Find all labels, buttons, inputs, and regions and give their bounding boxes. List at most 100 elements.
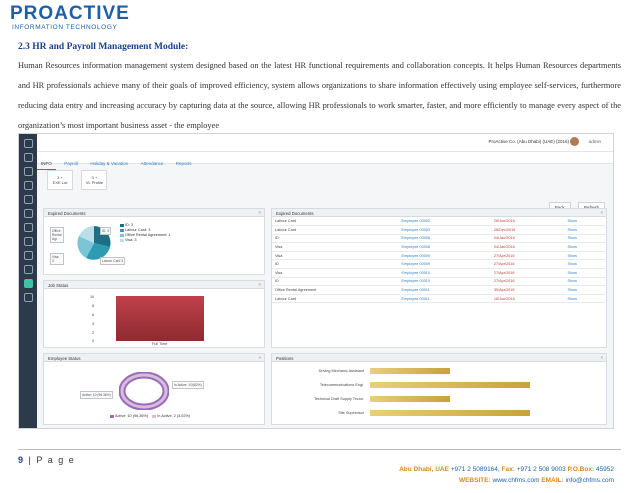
tab-reports[interactable]: Reports bbox=[172, 158, 196, 169]
table-row: Labour Card Employee 00003 28/Dec/2016 Show bbox=[272, 225, 606, 235]
show-button[interactable]: Show bbox=[564, 251, 606, 261]
panel-title: Expired Documents bbox=[48, 211, 86, 216]
date-cell: 30/Apr/2016 bbox=[490, 285, 565, 295]
website-label: WEBSITE: bbox=[458, 477, 491, 484]
employee-cell: Employee 00011 bbox=[398, 285, 491, 295]
close-icon[interactable]: × bbox=[600, 210, 603, 215]
close-icon[interactable]: × bbox=[600, 355, 603, 360]
show-button[interactable]: Show bbox=[564, 277, 606, 287]
callout-visa: Visa: 3 bbox=[50, 253, 64, 265]
callout-labour: Labour Card 3 bbox=[100, 257, 126, 265]
close-icon[interactable]: × bbox=[258, 210, 261, 215]
callout-id: ID: 3 bbox=[100, 227, 111, 235]
panel-title: Employee Status bbox=[48, 356, 81, 361]
website-link[interactable]: www.chfms.com bbox=[491, 477, 542, 484]
email-link[interactable]: info@chfms.com bbox=[564, 477, 614, 484]
fax-label: Fax: bbox=[501, 466, 515, 473]
company-name: ProActive Co. (Abu Dhabi) (UAE) (2016) bbox=[488, 139, 569, 144]
date-cell: 28/Jun/2016 bbox=[490, 217, 565, 227]
user-icon[interactable] bbox=[23, 167, 33, 176]
panel-title: Expired Documents bbox=[276, 211, 314, 216]
doc-cell: Visa bbox=[272, 268, 399, 278]
layers-icon[interactable] bbox=[23, 195, 33, 204]
position-label: Site Supervisor bbox=[338, 411, 364, 415]
close-icon[interactable]: × bbox=[258, 355, 261, 360]
user-menu[interactable]: admin bbox=[589, 139, 601, 144]
panel-header: Expired Documents × bbox=[272, 209, 606, 217]
tab-payroll[interactable]: Payroll bbox=[60, 158, 82, 169]
folder-icon[interactable] bbox=[23, 209, 33, 218]
tab-holiday[interactable]: Holiday & Vacation bbox=[86, 158, 132, 169]
position-bar bbox=[370, 410, 530, 416]
settings-icon[interactable] bbox=[23, 181, 33, 190]
tile-vl[interactable]: 3 + VL Profile bbox=[81, 170, 108, 190]
avatar[interactable] bbox=[570, 137, 579, 146]
positions-panel: Positions × Driving Mechanic Assistant Tel… bbox=[271, 353, 607, 425]
expired-documents-table-panel: Expired Documents × Labour Card Employee 0… bbox=[271, 208, 607, 348]
summary-tiles: 3 + EXE Lot 3 + VL Profile bbox=[47, 170, 111, 190]
show-button[interactable]: Show bbox=[564, 259, 606, 270]
date-cell: 18/Jun/2016 bbox=[490, 294, 565, 304]
donut-legend: Active: 10 (96.36%) In Active: 2 (3.02%) bbox=[110, 414, 190, 419]
section-title: 2.3 HR and Payroll Management Module: bbox=[18, 42, 189, 52]
y-tick: 4 bbox=[92, 322, 95, 326]
position-label: Technical Draft Supply Techn. bbox=[314, 397, 364, 401]
contact-line-1: Abu Dhabi, UAE +971 2 5089164, Fax: +971… bbox=[399, 464, 614, 475]
tile-label: VL Profile bbox=[85, 180, 104, 185]
page-number: 9 | P a g e bbox=[18, 455, 75, 465]
y-tick: 0 bbox=[92, 339, 95, 343]
callout-office: Office Rental Agr. bbox=[50, 227, 64, 243]
bank-icon[interactable] bbox=[23, 237, 33, 246]
panel-title: Positions bbox=[276, 356, 294, 361]
table-row: Visa Employee 00010 27/Apr/2016 Show bbox=[272, 268, 606, 278]
employee-cell: Employee 00010 bbox=[398, 277, 491, 287]
logo-icon[interactable] bbox=[23, 139, 33, 148]
app-tabs: INFO Payroll Holiday & Vacation Attendan… bbox=[37, 152, 613, 170]
document-icon[interactable] bbox=[23, 223, 33, 232]
employee-cell: Employee 00009 bbox=[398, 251, 491, 261]
page-label: | P a g e bbox=[28, 455, 76, 465]
date-cell: 27/Apr/2016 bbox=[490, 251, 565, 261]
job-bar bbox=[116, 296, 204, 341]
logo-subtitle: INFORMATION TECHNOLOGY bbox=[12, 24, 118, 31]
employee-cell: Employee 00010 bbox=[398, 268, 491, 278]
calendar-icon[interactable] bbox=[23, 265, 33, 274]
doc-cell: Visa bbox=[272, 242, 399, 252]
doc-cell: ID bbox=[272, 259, 399, 270]
tab-info[interactable]: INFO bbox=[37, 158, 56, 170]
employees-icon[interactable] bbox=[23, 279, 33, 288]
footer-divider bbox=[18, 449, 621, 450]
home-icon[interactable] bbox=[23, 153, 33, 162]
donut-label-active: Active: 10 (96.36%) bbox=[80, 391, 113, 399]
employee-cell: Employee 00011 bbox=[398, 294, 491, 304]
table-row: ID Employee 00009 27/Apr/2016 Show bbox=[272, 259, 606, 270]
date-cell: 27/Apr/2016 bbox=[490, 259, 565, 270]
show-button[interactable]: Show bbox=[564, 234, 606, 244]
location-label: Abu Dhabi, UAE bbox=[399, 466, 449, 473]
job-status-panel: Job Status × 10 8 6 4 2 0 Full Time bbox=[43, 280, 265, 348]
tile-exe[interactable]: 3 + EXE Lot bbox=[47, 170, 73, 190]
employee-cell: Employee 00002 bbox=[398, 217, 491, 227]
position-bar bbox=[370, 382, 530, 388]
show-button[interactable]: Show bbox=[564, 268, 606, 278]
table-row: Visa Employee 00008 04/Jan/2016 Show bbox=[272, 242, 606, 252]
close-icon[interactable]: × bbox=[258, 282, 261, 287]
intro-paragraph: Human Resources information management s… bbox=[18, 61, 621, 130]
tab-attendance[interactable]: Attendance bbox=[137, 158, 168, 169]
company-logo: PROACTIVE INFORMATION TECHNOLOGY bbox=[10, 4, 130, 32]
pobox: 45952 bbox=[594, 466, 614, 473]
chart-icon[interactable] bbox=[23, 251, 33, 260]
show-button[interactable]: Show bbox=[564, 285, 606, 295]
date-cell: 27/Apr/2016 bbox=[490, 268, 565, 278]
doc-cell: Labour Card bbox=[272, 225, 399, 235]
show-button[interactable]: Show bbox=[564, 294, 606, 304]
show-button[interactable]: Show bbox=[564, 242, 606, 252]
employee-status-panel: Employee Status × In Active: 1/3(82%) Act… bbox=[43, 353, 265, 425]
phone: +971 2 5089164, bbox=[448, 466, 502, 473]
doc-cell: ID bbox=[272, 234, 399, 244]
y-tick: 2 bbox=[92, 331, 95, 335]
show-button[interactable]: Show bbox=[564, 217, 606, 227]
table-row: Office Rental Agreement Employee 00011 30/… bbox=[272, 285, 606, 295]
logout-icon[interactable] bbox=[23, 293, 33, 302]
show-button[interactable]: Show bbox=[564, 225, 606, 235]
